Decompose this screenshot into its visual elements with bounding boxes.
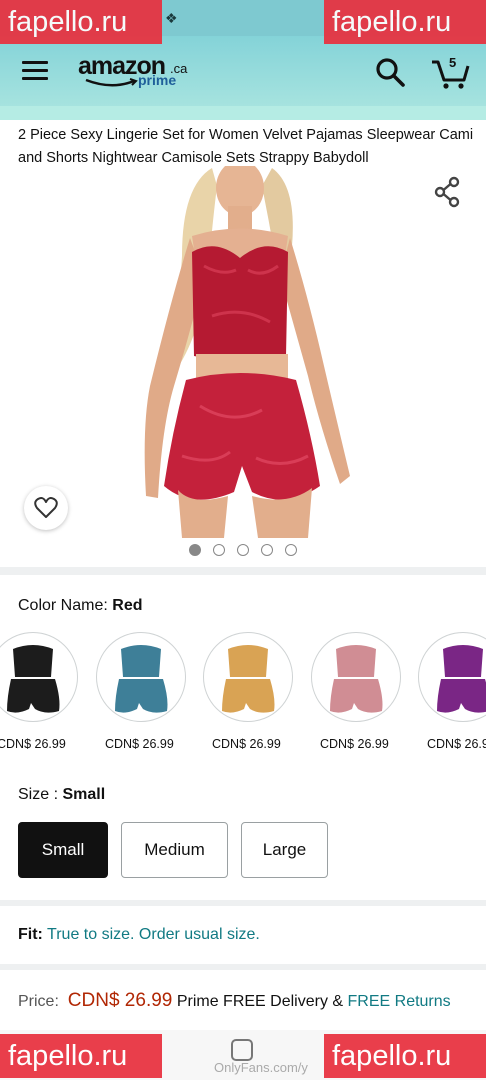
swatch-price: CDN$ 26.99	[320, 737, 389, 751]
app-header: amazon .ca prime 5	[0, 36, 486, 106]
fit-info: Fit: True to size. Order usual size.	[18, 926, 260, 944]
watermark-bottom-left: fapello.ru	[0, 1034, 162, 1078]
swatch-price: CDN$ 26.99	[0, 737, 66, 751]
fit-label: Fit:	[18, 926, 43, 943]
logo-prime-text: prime	[138, 72, 177, 88]
watermark-top-right: fapello.ru	[324, 0, 486, 44]
size-option-large[interactable]: Large	[241, 822, 328, 878]
carousel-dot[interactable]	[213, 544, 225, 556]
color-selected-value: Red	[112, 597, 143, 614]
free-returns-link[interactable]: FREE Returns	[348, 993, 451, 1010]
section-divider	[0, 900, 486, 906]
color-swatch-blue[interactable]	[96, 632, 186, 722]
carousel-dot[interactable]	[189, 544, 201, 556]
amazon-prime-logo[interactable]: amazon .ca prime	[78, 52, 198, 92]
price-amount: CDN$ 26.99	[67, 990, 173, 1011]
product-image[interactable]	[112, 166, 374, 538]
section-divider	[0, 964, 486, 970]
menu-icon[interactable]	[22, 61, 48, 81]
swatch-price: CDN$ 26.9	[427, 737, 486, 751]
carousel-dot[interactable]	[285, 544, 297, 556]
watermark-top-left: fapello.ru	[0, 0, 162, 44]
carousel-dot[interactable]	[261, 544, 273, 556]
home-button-icon[interactable]	[231, 1039, 253, 1061]
search-icon[interactable]	[374, 56, 408, 90]
color-label-text: Color Name:	[18, 597, 108, 614]
footer-caption: OnlyFans.com/y	[214, 1060, 308, 1075]
price-row: Price: CDN$ 26.99 Prime FREE Delivery & …	[18, 990, 451, 1012]
watermark-bottom-right: fapello.ru	[324, 1034, 486, 1078]
wishlist-heart-icon[interactable]	[24, 486, 68, 530]
swatch-price: CDN$ 26.99	[105, 737, 174, 751]
dropbox-icon: ❖	[165, 10, 178, 26]
size-selected-value: Small	[62, 786, 106, 803]
price-label: Price:	[18, 993, 59, 1010]
size-label: Size : Small	[18, 786, 105, 804]
color-swatch-pink[interactable]	[311, 632, 401, 722]
product-title: 2 Piece Sexy Lingerie Set for Women Velv…	[18, 127, 474, 166]
swatch-price: CDN$ 26.99	[212, 737, 281, 751]
smile-arrow-icon	[85, 78, 138, 87]
fit-size-link[interactable]: True to size. Order usual size.	[47, 926, 260, 943]
delivery-text: Prime FREE Delivery &	[176, 993, 348, 1010]
cart-count-badge: 5	[449, 55, 457, 70]
header-strip	[0, 106, 486, 120]
section-divider	[0, 567, 486, 575]
color-swatch-purple[interactable]	[418, 632, 486, 722]
size-label-text: Size :	[18, 786, 63, 803]
color-name-label: Color Name: Red	[18, 597, 143, 615]
color-swatch-gold[interactable]	[203, 632, 293, 722]
carousel-dot[interactable]	[237, 544, 249, 556]
cart-icon[interactable]: 5	[430, 54, 472, 90]
size-option-small[interactable]: Small	[18, 822, 108, 878]
size-option-medium[interactable]: Medium	[121, 822, 228, 878]
color-swatch-black[interactable]	[0, 632, 78, 722]
share-icon[interactable]	[432, 176, 462, 208]
